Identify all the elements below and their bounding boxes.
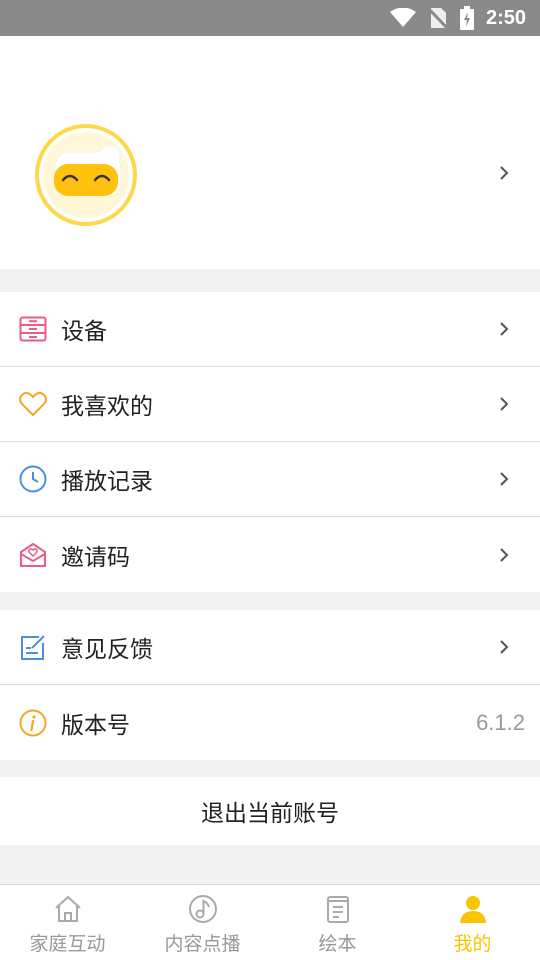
chevron-right-icon (500, 322, 509, 336)
tab-label: 绘本 (318, 933, 357, 955)
chevron-right-icon (500, 640, 509, 654)
menu-item-invite-code[interactable]: 邀请码 (0, 517, 540, 592)
chevron-right-icon (500, 547, 509, 562)
menu-group-secondary: 意见反馈 版本号 6.1.2 (0, 610, 540, 760)
device-icon (19, 315, 47, 343)
menu-item-label: 设备 (61, 319, 107, 345)
tab-label: 我的 (453, 933, 492, 955)
menu-item-feedback[interactable]: 意见反馈 (0, 610, 540, 685)
menu-group-primary: 设备 我喜欢的 播放记录 邀请码 (0, 292, 540, 592)
tab-mine[interactable]: 我的 (405, 885, 540, 960)
tab-picture-book[interactable]: 绘本 (270, 885, 405, 960)
status-time: 2:50 (485, 6, 526, 29)
tab-content-on-demand[interactable]: 内容点播 (135, 885, 270, 960)
menu-item-play-history[interactable]: 播放记录 (0, 442, 540, 517)
menu-item-device[interactable]: 设备 (0, 292, 540, 367)
feedback-edit-icon (19, 633, 47, 661)
wifi-icon (389, 8, 416, 27)
tab-label: 内容点播 (164, 933, 241, 955)
menu-item-favorites[interactable]: 我喜欢的 (0, 367, 540, 442)
status-bar: 2:50 (0, 0, 540, 36)
clock-icon (19, 465, 47, 493)
menu-item-version: 版本号 6.1.2 (0, 685, 540, 760)
invite-envelope-icon (19, 541, 47, 569)
menu-item-label: 意见反馈 (61, 637, 153, 663)
chevron-right-icon (500, 166, 509, 180)
person-icon (457, 893, 489, 925)
logout-button[interactable]: 退出当前账号 (0, 777, 540, 845)
book-icon (322, 893, 354, 925)
info-icon (19, 709, 47, 737)
menu-item-label: 我喜欢的 (61, 394, 153, 420)
battery-charging-icon (459, 6, 474, 30)
avatar[interactable] (33, 122, 139, 228)
chevron-right-icon (500, 397, 509, 411)
menu-item-label: 版本号 (61, 712, 130, 739)
heart-icon (19, 390, 47, 418)
menu-item-label: 播放记录 (61, 469, 153, 495)
menu-item-label: 邀请码 (61, 544, 130, 571)
music-note-icon (187, 893, 219, 925)
chevron-right-icon (500, 472, 509, 486)
home-icon (52, 893, 84, 925)
bottom-tab-bar: 家庭互动 内容点播 绘本 我的 (0, 884, 540, 960)
no-sim-icon (427, 7, 448, 29)
tab-label: 家庭互动 (29, 933, 106, 955)
profile-card[interactable] (0, 36, 540, 269)
tab-family-interaction[interactable]: 家庭互动 (0, 885, 135, 960)
version-number: 6.1.2 (476, 709, 525, 735)
